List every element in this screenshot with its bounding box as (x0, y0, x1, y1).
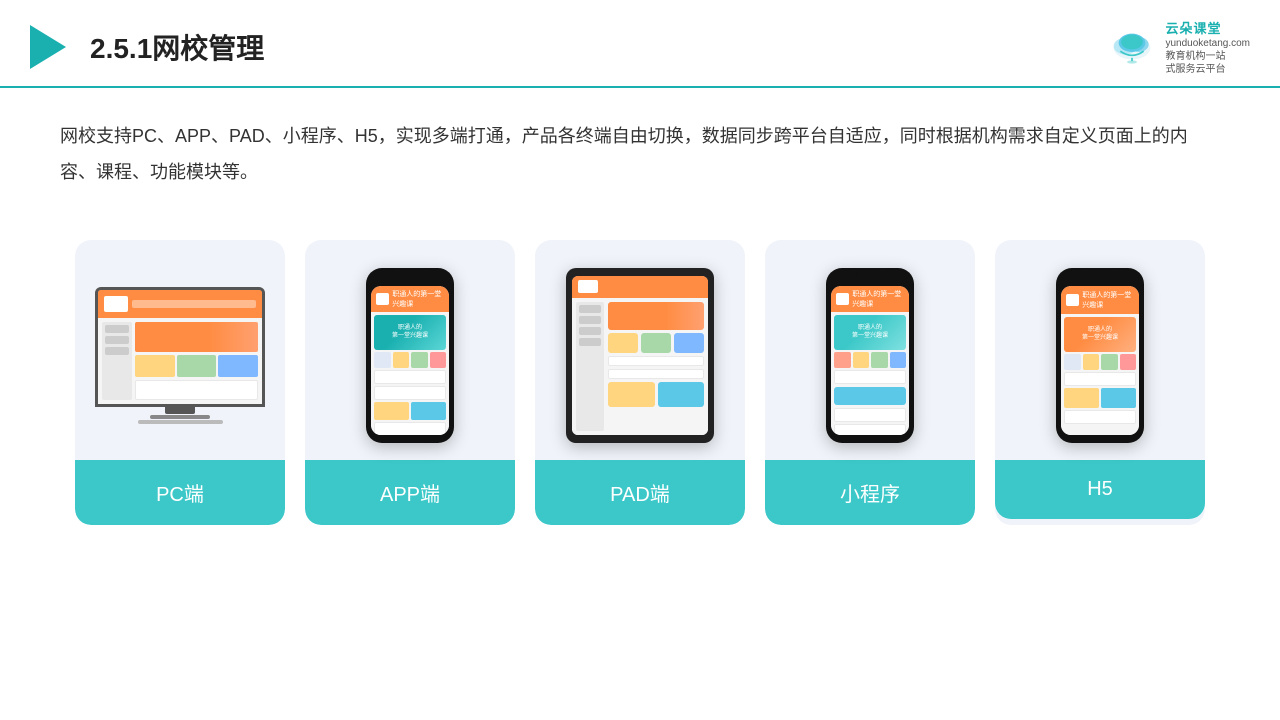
card-pc: PC端 (75, 240, 285, 525)
pad-mockup (566, 268, 714, 443)
page-title: 2.5.1网校管理 (90, 27, 264, 67)
logo-name: 云朵课堂 (1165, 18, 1221, 37)
miniprogram-phone-mockup: 职通人的第一堂兴趣课 职通人的第一堂兴趣课 (826, 268, 914, 443)
description-content: 网校支持PC、APP、PAD、小程序、H5，实现多端打通，产品各终端自由切换，数… (60, 126, 1188, 182)
monitor-screen (95, 287, 265, 407)
card-image-pad (535, 240, 745, 460)
card-app: 职通人的第一堂兴趣课 职通人的第一堂兴趣课 (305, 240, 515, 525)
top-bar: 2.5.1网校管理 云朵课堂 yunduoketang.com 教育机构一站 式… (0, 0, 1280, 88)
logo-sub-line1: 教育机构一站 (1165, 50, 1225, 63)
card-image-h5: 职通人的第一堂兴趣课 职通人的第一堂兴趣课 (995, 240, 1205, 460)
description-text: 网校支持PC、APP、PAD、小程序、H5，实现多端打通，产品各终端自由切换，数… (0, 88, 1280, 200)
pc-monitor (95, 287, 265, 424)
play-icon (30, 25, 66, 69)
card-image-pc (75, 240, 285, 460)
card-image-miniprogram: 职通人的第一堂兴趣课 职通人的第一堂兴趣课 (765, 240, 975, 460)
logo-text: 云朵课堂 yunduoketang.com 教育机构一站 式服务云平台 (1165, 18, 1250, 76)
card-pad: PAD端 (535, 240, 745, 525)
card-label-miniprogram: 小程序 (765, 460, 975, 525)
card-label-h5: H5 (995, 460, 1205, 519)
h5-phone-mockup: 职通人的第一堂兴趣课 职通人的第一堂兴趣课 (1056, 268, 1144, 443)
logo-area: 云朵课堂 yunduoketang.com 教育机构一站 式服务云平台 (1107, 18, 1250, 76)
card-label-app: APP端 (305, 460, 515, 525)
card-h5: 职通人的第一堂兴趣课 职通人的第一堂兴趣课 (995, 240, 1205, 525)
logo-domain: yunduoketang.com (1165, 37, 1250, 50)
cards-section: PC端 职通人的第一堂兴趣课 职通人的第一堂兴趣课 (0, 210, 1280, 545)
card-image-app: 职通人的第一堂兴趣课 职通人的第一堂兴趣课 (305, 240, 515, 460)
app-phone-mockup: 职通人的第一堂兴趣课 职通人的第一堂兴趣课 (366, 268, 454, 443)
card-label-pc: PC端 (75, 460, 285, 525)
cloud-logo-icon (1107, 29, 1157, 65)
card-miniprogram: 职通人的第一堂兴趣课 职通人的第一堂兴趣课 (765, 240, 975, 525)
title-section: 2.5.1网校管理 (30, 25, 264, 69)
logo-sub-line2: 式服务云平台 (1165, 63, 1225, 76)
card-label-pad: PAD端 (535, 460, 745, 525)
